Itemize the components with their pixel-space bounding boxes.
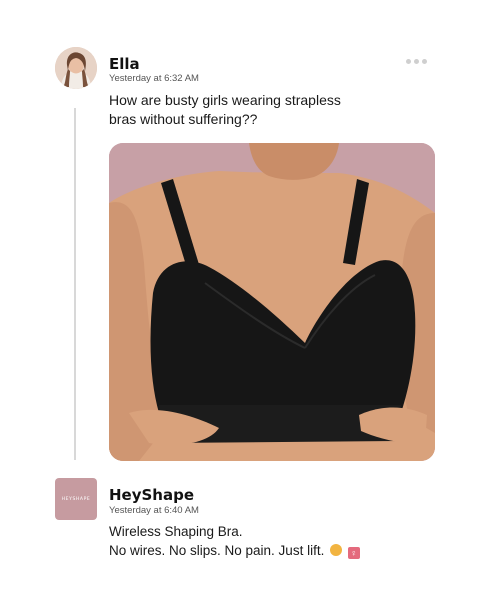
social-post-thread: Ella Yesterday at 6:32 AM How are busty … bbox=[0, 0, 480, 600]
post-image[interactable] bbox=[109, 143, 435, 461]
post-author-name[interactable]: Ella bbox=[109, 55, 140, 73]
reply-timestamp: Yesterday at 6:40 AM bbox=[109, 505, 199, 516]
brand-logo-text: HEYSHAPE bbox=[61, 496, 91, 502]
person-gesturing-icon bbox=[330, 544, 343, 556]
post-timestamp: Yesterday at 6:32 AM bbox=[109, 73, 199, 84]
avatar-photo bbox=[55, 47, 97, 89]
user-avatar[interactable] bbox=[55, 47, 97, 89]
post-body: How are busty girls wearing strapless br… bbox=[109, 91, 409, 129]
post-text-line: How are busty girls wearing strapless bbox=[109, 92, 341, 108]
menu-dot bbox=[406, 58, 411, 64]
reply-text-line-with-emoji: No wires. No slips. No pain. Just lift. … bbox=[109, 541, 439, 560]
menu-dot bbox=[414, 58, 419, 64]
reply-author-name[interactable]: HeyShape bbox=[109, 486, 194, 504]
reply-text-line: Wireless Shaping Bra. bbox=[109, 524, 243, 539]
thread-connector-line bbox=[74, 108, 76, 460]
female-sign-icon: ♀ bbox=[347, 547, 360, 559]
reply-body: Wireless Shaping Bra. No wires. No slips… bbox=[109, 522, 439, 560]
reply-text-line: No wires. No slips. No pain. Just lift. bbox=[109, 543, 325, 558]
bra-product-photo bbox=[109, 143, 435, 461]
menu-dot bbox=[422, 58, 427, 64]
brand-avatar[interactable]: HEYSHAPE bbox=[55, 478, 97, 520]
more-options-icon[interactable] bbox=[406, 57, 428, 65]
post-text-line: bras without suffering?? bbox=[109, 111, 258, 127]
